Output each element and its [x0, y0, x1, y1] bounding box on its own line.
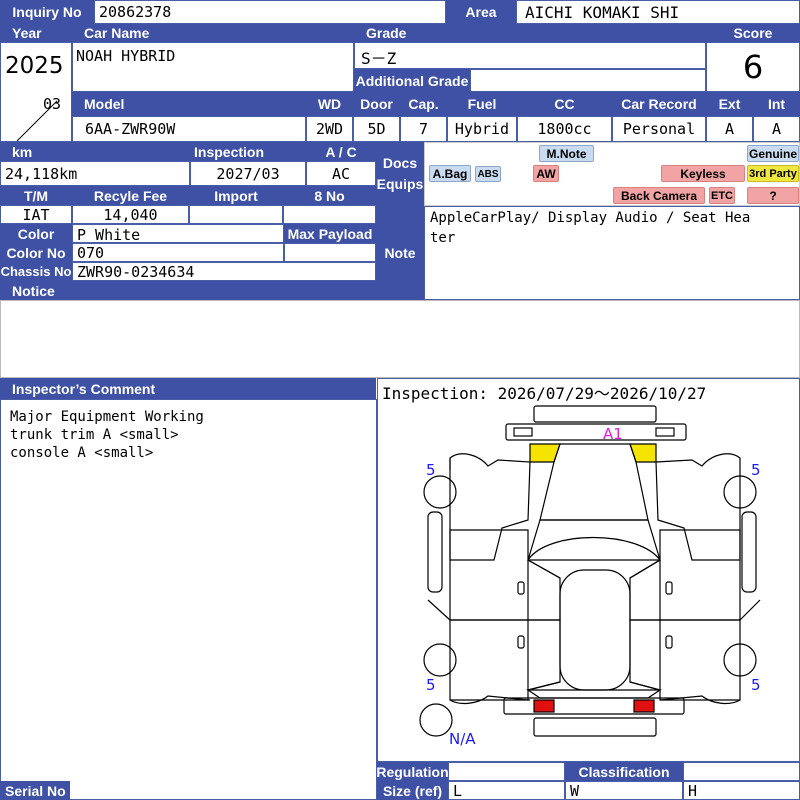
area-value: AICHI KOMAKI SHI	[516, 0, 800, 24]
month-value: 03	[43, 95, 62, 113]
mnote-badge: M.Note	[539, 145, 594, 162]
inspector-comment-cell: Major Equipment Working trunk trim A <sm…	[0, 399, 377, 800]
area-label: Area	[446, 0, 516, 24]
model-value: 6AA-ZWR90W	[72, 116, 306, 142]
int-label: Int	[753, 92, 800, 116]
door-label: Door	[353, 92, 400, 116]
question-badge: ?	[747, 187, 799, 204]
color-value: P White	[72, 224, 284, 243]
inspector-comment-label: Inspector’s Comment	[0, 378, 376, 399]
inquiry-no-label: Inquiry No	[0, 0, 94, 24]
ac-value: AC	[306, 161, 376, 186]
inquiry-no-value: 20862378	[94, 0, 446, 24]
genuine-badge: Genuine	[747, 145, 799, 162]
int-value: A	[753, 116, 800, 142]
cap-value: 7	[400, 116, 447, 142]
inspection-value: 2027/03	[190, 161, 306, 186]
score-value: 6	[706, 42, 800, 92]
tire-rear-left-mark: 5	[426, 676, 436, 694]
inspector-comment-text: Major Equipment Working trunk trim A <sm…	[10, 409, 204, 461]
serial-no-label: Serial No	[0, 781, 70, 800]
note-value-cell: AppleCarPlay/ Display Audio / Seat Hea t…	[424, 206, 800, 300]
8-no-value	[283, 205, 376, 224]
car-record-label: Car Record	[612, 92, 706, 116]
third-party-badge: 3rd Party	[747, 165, 799, 182]
fuel-value: Hybrid	[447, 116, 517, 142]
equips-badge-area: M.Note Genuine A.Bag ABS AW Keyless 3rd …	[424, 142, 800, 206]
notice-label: Notice	[0, 281, 376, 300]
size-h-value: H	[683, 781, 800, 800]
recycle-fee-value: 14,040	[72, 205, 189, 224]
cap-label: Cap.	[400, 92, 447, 116]
note-value: AppleCarPlay/ Display Audio / Seat Hea t…	[430, 210, 751, 246]
equips-label: Equips	[376, 176, 424, 192]
max-payload-label: Max Payload	[284, 224, 376, 243]
cc-label: CC	[517, 92, 612, 116]
wd-value: 2WD	[306, 116, 353, 142]
fuel-label: Fuel	[447, 92, 517, 116]
car-name-label: Car Name	[72, 24, 354, 42]
score-label: Score	[706, 24, 800, 42]
grade-value-cell: S－Z	[354, 42, 706, 69]
docs-equips-label: Docs Equips	[376, 142, 424, 206]
car-name-value-cell: NOAH HYBRID	[72, 42, 354, 92]
chassis-no-label: Chassis No	[0, 262, 72, 281]
max-payload-value	[284, 243, 376, 262]
classification-value	[683, 762, 800, 781]
car-record-value: Personal	[612, 116, 706, 142]
docs-label: Docs	[382, 155, 418, 171]
grade-value: S－Z	[361, 49, 397, 68]
color-no-label: Color No	[0, 243, 72, 262]
size-l-value: L	[448, 781, 565, 800]
inspection-label: Inspection	[190, 142, 306, 161]
note-label: Note	[376, 206, 424, 300]
abs-badge: ABS	[475, 166, 501, 182]
back-camera-badge: Back Camera	[613, 187, 705, 204]
year-value: 2025	[5, 53, 64, 79]
regulation-label: Regulation	[377, 762, 448, 781]
import-label: Import	[189, 186, 283, 205]
size-ref-label: Size (ref)	[377, 781, 448, 800]
size-w-value: W	[565, 781, 683, 800]
km-value: 24,118km	[0, 161, 190, 186]
etc-badge: ETC	[709, 187, 735, 204]
ac-label: A / C	[306, 142, 376, 161]
year-cell: 2025 03	[0, 42, 72, 142]
spare-tire-mark: N/A	[449, 730, 476, 748]
car-name-value: NOAH HYBRID	[76, 47, 176, 65]
model-label: Model	[72, 92, 306, 116]
year-label: Year	[0, 24, 72, 42]
keyless-badge: Keyless	[661, 165, 745, 182]
classification-label: Classification	[565, 762, 683, 781]
tire-rear-right-mark: 5	[751, 676, 761, 694]
aw-badge: AW	[533, 165, 559, 182]
airbag-badge: A.Bag	[429, 165, 471, 182]
door-value: 5D	[353, 116, 400, 142]
mark-a1: A1	[603, 425, 623, 443]
km-label: km	[0, 142, 190, 161]
ext-value: A	[706, 116, 753, 142]
color-no-value: 070	[72, 243, 284, 262]
notice-area	[0, 300, 800, 378]
additional-grade-value	[470, 69, 706, 92]
ext-label: Ext	[706, 92, 753, 116]
car-body-diagram	[419, 405, 761, 737]
recycle-fee-label: Recyle Fee	[72, 186, 189, 205]
tire-front-left-mark: 5	[426, 461, 436, 479]
tm-label: T/M	[0, 186, 72, 205]
tire-front-right-mark: 5	[751, 461, 761, 479]
regulation-value	[448, 762, 565, 781]
wd-label: WD	[306, 92, 353, 116]
color-label: Color	[0, 224, 72, 243]
cc-value: 1800cc	[517, 116, 612, 142]
grade-label: Grade	[354, 24, 706, 42]
chassis-no-value: ZWR90-0234634	[72, 262, 376, 281]
additional-grade-label: Additional Grade	[354, 69, 470, 92]
tm-value: IAT	[0, 205, 72, 224]
import-value	[189, 205, 283, 224]
8-no-label: 8 No	[283, 186, 376, 205]
